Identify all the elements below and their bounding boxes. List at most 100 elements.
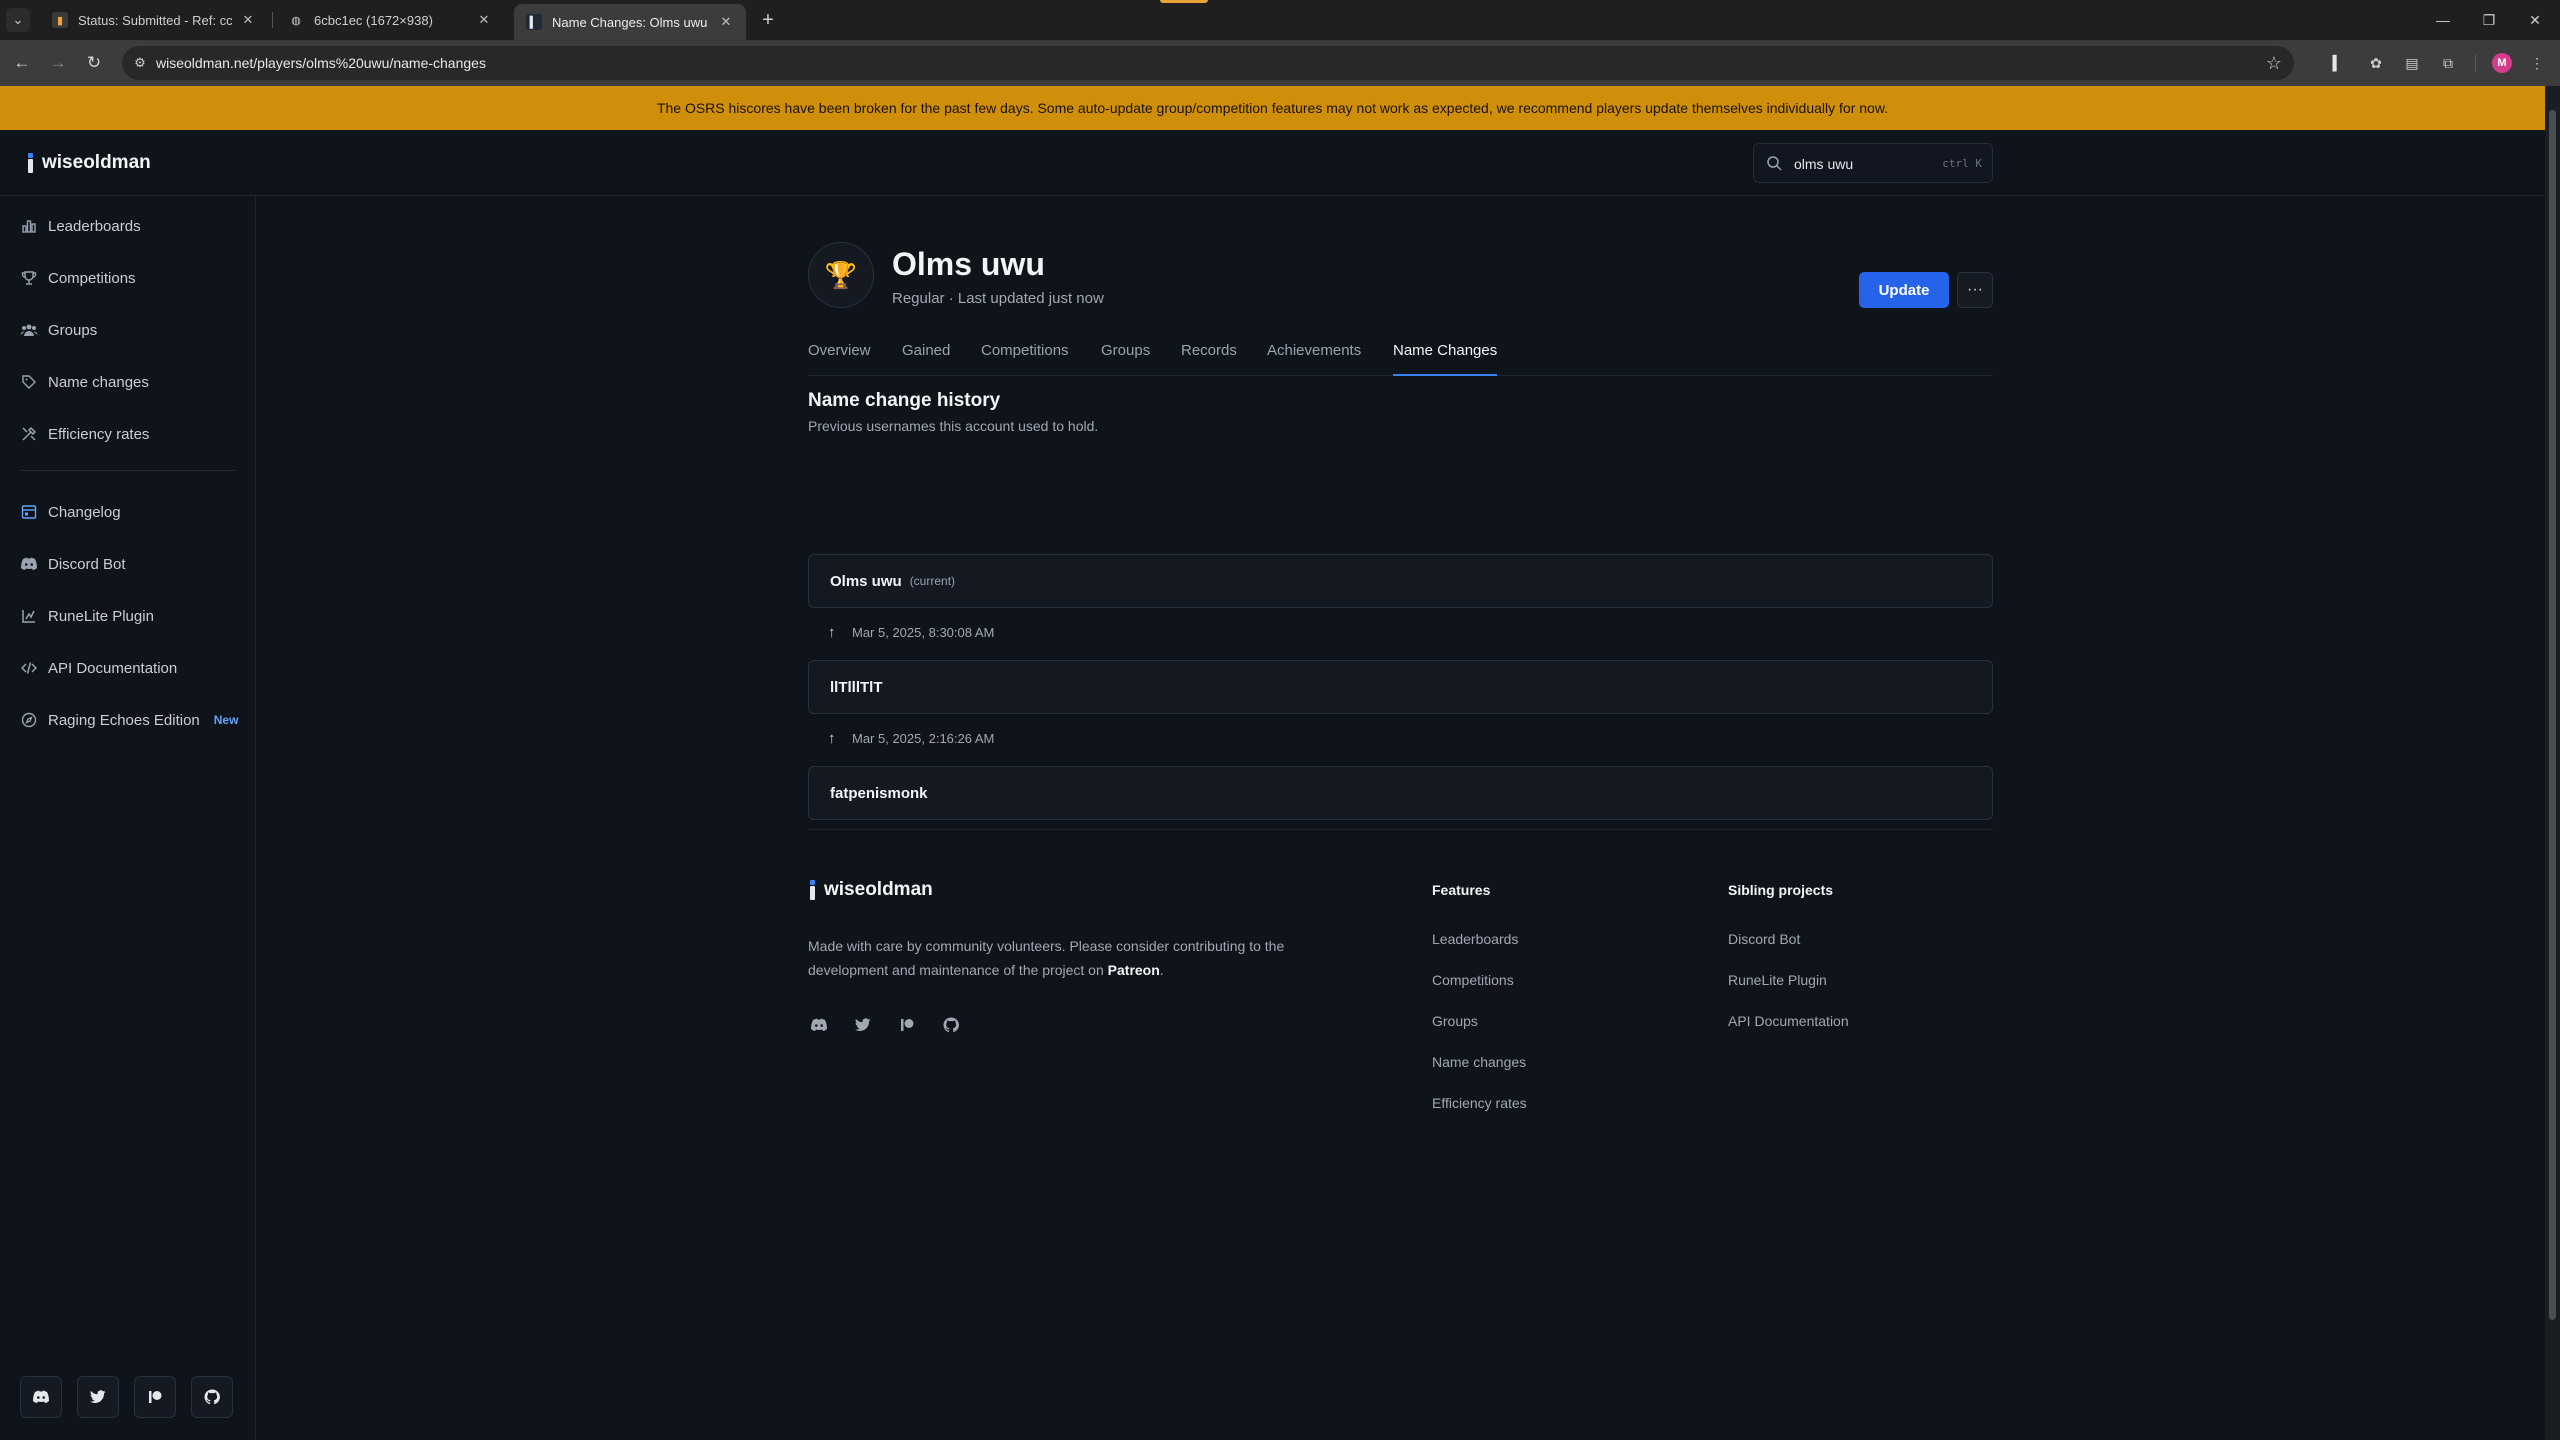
search-input[interactable]: olms uwu ctrl K: [1753, 143, 1993, 183]
footer-link-runelite-plugin[interactable]: RuneLite Plugin: [1728, 972, 1827, 988]
media-icon[interactable]: ▤: [2402, 53, 2422, 73]
footer-patreon-icon[interactable]: [896, 1014, 918, 1036]
more-options-button[interactable]: ···: [1957, 272, 1993, 308]
change-timestamp: Mar 5, 2025, 2:16:26 AM: [852, 730, 995, 746]
footer-desc-end: .: [1159, 962, 1164, 978]
tab-favicon-icon: ▮: [52, 12, 68, 28]
sidebar-item-discord-bot[interactable]: Discord Bot: [20, 550, 126, 578]
footer-discord-icon[interactable]: [808, 1014, 830, 1036]
arrow-up-icon: ↑: [828, 729, 836, 747]
search-value[interactable]: olms uwu: [1794, 156, 1853, 172]
tab-highlight-marker: [1160, 0, 1208, 3]
url-text[interactable]: wiseoldman.net/players/olms%20uwu/name-c…: [156, 55, 486, 71]
forward-icon[interactable]: →: [46, 51, 70, 75]
users-icon: [20, 321, 38, 339]
page-scrollbar[interactable]: [2545, 86, 2560, 1440]
sidebar: Leaderboards Competitions Groups Name ch…: [0, 196, 256, 1440]
puzzle-extensions-icon[interactable]: ⧉: [2438, 53, 2458, 73]
toolbar-separator: [2475, 54, 2476, 72]
sidebar-item-leaderboards[interactable]: Leaderboards: [20, 212, 141, 240]
footer-link-name-changes[interactable]: Name changes: [1432, 1054, 1526, 1070]
discord-social-button[interactable]: [20, 1376, 62, 1418]
footer-link-leaderboards[interactable]: Leaderboards: [1432, 931, 1518, 947]
minimize-icon[interactable]: —: [2420, 0, 2466, 40]
sidebar-item-label: API Documentation: [48, 659, 178, 677]
name-change-row: fatpenismonk: [808, 766, 1993, 820]
sidebar-item-groups[interactable]: Groups: [20, 316, 97, 344]
extension-icon[interactable]: ✿: [2366, 53, 2386, 73]
sidebar-item-changelog[interactable]: Changelog: [20, 498, 121, 526]
player-tabs: Overview Gained Competitions Groups Reco…: [808, 332, 1993, 376]
twitter-social-button[interactable]: [77, 1376, 119, 1418]
compass-icon: [20, 711, 38, 729]
footer-github-icon[interactable]: [940, 1014, 962, 1036]
browser-tab-status[interactable]: ▮ Status: Submitted - Ref: cc6279 ✕: [40, 4, 268, 36]
tab-records[interactable]: Records: [1181, 342, 1237, 376]
sidebar-item-raging-echoes[interactable]: Raging Echoes Edition New: [20, 706, 238, 734]
footer-link-groups[interactable]: Groups: [1432, 1013, 1478, 1029]
section-title: Name change history: [808, 390, 1001, 411]
back-icon[interactable]: ←: [10, 51, 34, 75]
browser-tab-active[interactable]: ▍ Name Changes: Olms uwu | Wi ✕: [514, 4, 746, 40]
search-icon: [1767, 156, 1782, 171]
tab-gained[interactable]: Gained: [902, 342, 950, 376]
name-change-date: ↑ Mar 5, 2025, 8:30:08 AM: [828, 622, 994, 642]
browser-menu-icon[interactable]: ⋮: [2527, 53, 2547, 73]
footer-link-discord-bot[interactable]: Discord Bot: [1728, 931, 1800, 947]
player-avatar: 🏆: [808, 242, 874, 308]
sidebar-item-label: Changelog: [48, 503, 121, 521]
tab-groups[interactable]: Groups: [1101, 342, 1150, 376]
tab-title: Status: Submitted - Ref: cc6279: [78, 12, 232, 28]
tools-icon: [20, 425, 38, 443]
arrow-up-icon: ↑: [828, 623, 836, 641]
footer-sibling-title: Sibling projects: [1728, 882, 1834, 898]
discord-icon: [20, 555, 38, 573]
close-tab-icon[interactable]: ✕: [240, 12, 256, 28]
footer-link-api-documentation[interactable]: API Documentation: [1728, 1013, 1849, 1029]
site-info-icon[interactable]: ⚙: [132, 55, 148, 71]
browser-toolbar: ← → ↻ ⚙ wiseoldman.net/players/olms%20uw…: [0, 40, 2560, 86]
close-tab-icon[interactable]: ✕: [718, 14, 734, 30]
changelog-icon: [20, 503, 38, 521]
close-tab-icon[interactable]: ✕: [476, 12, 492, 28]
scrollbar-thumb[interactable]: [2549, 110, 2556, 1320]
wiseoldman-extension-icon[interactable]: ▍: [2328, 53, 2348, 73]
username: Olms uwu: [830, 572, 902, 590]
update-button[interactable]: Update: [1859, 272, 1949, 308]
sidebar-item-label: Discord Bot: [48, 555, 126, 573]
address-bar[interactable]: ⚙ wiseoldman.net/players/olms%20uwu/name…: [122, 46, 2294, 80]
name-change-row-current: Olms uwu (current): [808, 554, 1993, 608]
bookmark-star-icon[interactable]: ☆: [2266, 53, 2282, 74]
patreon-social-button[interactable]: [134, 1376, 176, 1418]
close-window-icon[interactable]: ✕: [2512, 0, 2558, 40]
tab-overview[interactable]: Overview: [808, 342, 871, 376]
footer-twitter-icon[interactable]: [852, 1014, 874, 1036]
footer-link-efficiency-rates[interactable]: Efficiency rates: [1432, 1095, 1527, 1111]
reload-icon[interactable]: ↻: [82, 51, 106, 75]
restore-icon[interactable]: ❐: [2466, 0, 2512, 40]
footer-logo[interactable]: wiseoldman: [808, 879, 933, 901]
code-icon: [20, 659, 38, 677]
sidebar-item-efficiency-rates[interactable]: Efficiency rates: [20, 420, 149, 448]
browser-tab-image[interactable]: ◍ 6cbc1ec (1672×938) ✕: [276, 4, 504, 36]
tab-competitions[interactable]: Competitions: [981, 342, 1069, 376]
sidebar-item-competitions[interactable]: Competitions: [20, 264, 136, 292]
sidebar-item-label: Leaderboards: [48, 217, 141, 235]
banner-text: The OSRS hiscores have been broken for t…: [656, 100, 1889, 116]
footer-description: Made with care by community volunteers. …: [808, 934, 1368, 982]
sidebar-item-label: Efficiency rates: [48, 425, 150, 443]
logo-text: wiseoldman: [824, 879, 933, 900]
sidebar-item-api-documentation[interactable]: API Documentation: [20, 654, 177, 682]
profile-avatar[interactable]: M: [2492, 53, 2512, 73]
tab-search-chevron-icon[interactable]: ⌄: [6, 8, 30, 32]
sidebar-item-runelite-plugin[interactable]: RuneLite Plugin: [20, 602, 154, 630]
tab-name-changes[interactable]: Name Changes: [1393, 342, 1498, 376]
sidebar-item-label: Competitions: [48, 269, 136, 287]
site-logo[interactable]: wiseoldman: [26, 152, 151, 174]
patreon-link[interactable]: Patreon: [1108, 962, 1160, 978]
github-social-button[interactable]: [191, 1376, 233, 1418]
tab-achievements[interactable]: Achievements: [1267, 342, 1361, 376]
sidebar-item-name-changes[interactable]: Name changes: [20, 368, 149, 396]
footer-link-competitions[interactable]: Competitions: [1432, 972, 1514, 988]
new-tab-icon[interactable]: +: [756, 8, 780, 32]
